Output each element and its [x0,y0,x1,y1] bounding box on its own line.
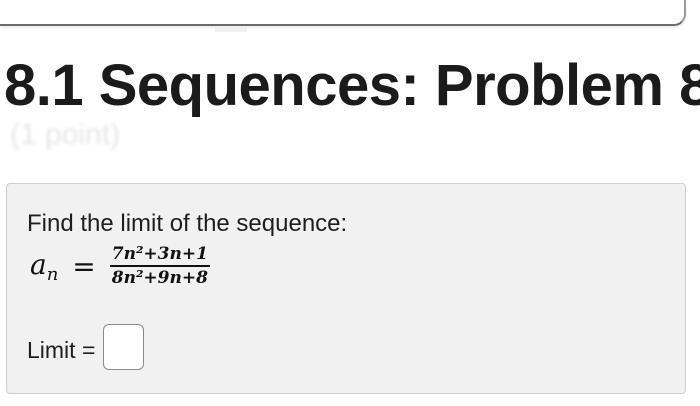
limit-answer-input[interactable] [103,324,145,370]
divider [215,26,247,32]
fraction: 7n²+3n+1 8n²+9n+8 [109,245,210,288]
sequence-subscript: n [46,263,59,285]
denominator: 8n²+9n+8 [111,268,208,288]
numerator: 7n²+3n+1 [109,245,210,267]
faded-subtitle: (1 point) [10,118,121,151]
page-title: 8.1 Sequences: Problem 8 [4,53,700,118]
problem-prompt: Find the limit of the sequence: [27,210,348,237]
sequence-variable: an [30,247,59,285]
top-card [0,0,686,26]
answer-row: Limit = [27,324,145,370]
equals-sign: = [72,249,96,283]
page: 8.1 Sequences: Problem 8 (1 point) Find … [0,0,700,406]
sequence-formula: an = 7n²+3n+1 8n²+9n+8 [30,244,210,288]
limit-label: Limit = [27,336,96,363]
